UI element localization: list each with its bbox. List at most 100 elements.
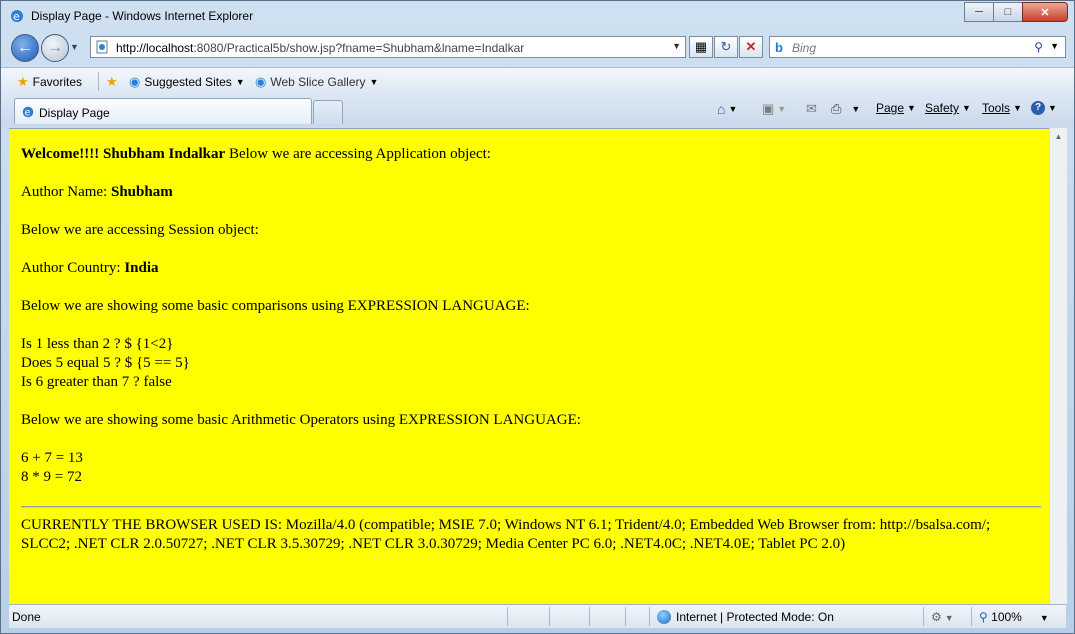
welcome-rest: Below we are accessing Application objec… (225, 146, 491, 162)
tab-display-page[interactable]: e Display Page (14, 98, 312, 124)
globe-icon (657, 610, 671, 624)
forward-button[interactable]: → (41, 34, 69, 62)
security-zone[interactable]: Internet | Protected Mode: On (657, 610, 834, 624)
address-row: ← → ▼ http://localhost:8080/Practical5b/… (1, 32, 1074, 64)
status-text: Done (12, 610, 41, 624)
browser-window: e Display Page - Windows Internet Explor… (0, 0, 1075, 634)
web-slice-gallery-button[interactable]: ◉ Web Slice Gallery ▼ (255, 74, 378, 90)
session-line: Below we are accessing Session object: (21, 222, 259, 238)
zoom-control[interactable]: ⚲ 100% ▼ (979, 610, 1049, 624)
author-name-value: Shubham (110, 184, 173, 200)
divider (625, 607, 626, 626)
security-zone-label: Internet | Protected Mode: On (676, 610, 834, 624)
minimize-button[interactable]: ─ (964, 2, 994, 22)
svg-text:e: e (13, 10, 20, 23)
window-controls: ─ □ ✕ (964, 2, 1068, 22)
read-mail-button[interactable]: ✉ (806, 101, 817, 117)
chevron-down-icon: ▼ (369, 77, 379, 87)
address-bar[interactable]: http://localhost:8080/Practical5b/show.j… (90, 36, 686, 58)
tools-menu-label: Tools (982, 101, 1011, 115)
back-button[interactable]: ← (11, 34, 39, 62)
url-path: :8080/Practical5b/show.jsp?fname=Shubham… (193, 41, 525, 55)
internet-explorer-icon: e (11, 10, 23, 23)
svg-text:e: e (25, 108, 31, 119)
close-button[interactable]: ✕ (1022, 2, 1068, 22)
page-content: Welcome!!!! Shubham Indalkar Below we ar… (21, 145, 1041, 573)
recent-pages-dropdown-icon[interactable]: ▼ (70, 42, 79, 52)
stop-icon[interactable]: ✕ (739, 36, 763, 58)
divider (98, 72, 99, 91)
feeds-button[interactable]: ▣ ▼ (762, 101, 786, 117)
protected-mode-settings-icon[interactable]: ⚙ ▼ (931, 610, 954, 624)
favorites-button[interactable]: ★ Favorites (17, 74, 82, 90)
divider (649, 607, 650, 626)
page-icon (96, 40, 108, 54)
help-button[interactable]: ? ▼ (1031, 101, 1057, 115)
web-slice-gallery-label: Web Slice Gallery (270, 75, 366, 89)
suggested-sites-button[interactable]: ◉ Suggested Sites ▼ (129, 74, 245, 90)
ie-page-icon: ◉ (129, 74, 141, 89)
title-bar: e Display Page - Windows Internet Explor… (1, 1, 1074, 31)
tools-menu[interactable]: Tools ▼ (982, 101, 1022, 115)
page-viewport: Welcome!!!! Shubham Indalkar Below we ar… (9, 128, 1049, 605)
search-placeholder: Bing (792, 41, 817, 55)
chevron-down-icon: ▼ (962, 103, 971, 113)
home-button[interactable]: ⌂ ▼ (717, 101, 737, 117)
zoom-magnifier-icon: ⚲ (979, 610, 988, 624)
chevron-down-icon: ▼ (1039, 613, 1049, 623)
chevron-down-icon: ▼ (235, 77, 245, 87)
comparisons-block: Is 1 less than 2 ? $ {1<2} Does 5 equal … (21, 335, 1041, 392)
chevron-down-icon: ▼ (1013, 103, 1022, 113)
window-title: Display Page - Windows Internet Explorer (31, 9, 254, 23)
bing-logo-icon: b (775, 40, 783, 55)
ie-page-icon: ◉ (255, 74, 267, 89)
tab-row: e Display Page ⌂ ▼ ▣ ▼ ✉ ⎙ ▼ Page ▼ Safety ▼ … (1, 95, 1074, 127)
page-menu[interactable]: Page ▼ (876, 101, 916, 115)
vertical-scrollbar[interactable]: ▲ (1049, 128, 1067, 604)
print-button[interactable]: ⎙ ▼ (831, 101, 860, 117)
favorites-label: Favorites (32, 75, 83, 89)
help-icon: ? (1031, 101, 1045, 115)
new-tab-button[interactable] (313, 100, 343, 124)
divider (923, 607, 924, 626)
author-country-line: Author Country: India (21, 259, 1041, 278)
author-name-label: Author Name: (21, 184, 111, 200)
author-country-value: India (124, 260, 159, 276)
mail-icon: ✉ (806, 101, 817, 116)
author-country-label: Author Country: (21, 260, 125, 276)
divider (507, 607, 508, 626)
welcome-name: Welcome!!!! Shubham Indalkar (21, 146, 226, 162)
chevron-down-icon: ▼ (728, 104, 738, 114)
refresh-icon[interactable]: ↻ (714, 36, 738, 58)
arithmetic-block: 6 + 7 = 13 8 * 9 = 72 (21, 449, 1041, 487)
chevron-down-icon: ▼ (851, 104, 861, 114)
divider (549, 607, 550, 626)
address-dropdown-icon[interactable]: ▼ (672, 41, 681, 51)
add-to-favorites-bar-button[interactable]: ★ (106, 74, 122, 90)
safety-menu[interactable]: Safety ▼ (925, 101, 971, 115)
arithmetic-line: 8 * 9 = 72 (21, 469, 82, 485)
zoom-level: 100% (991, 610, 1022, 624)
address-url: http://localhost:8080/Practical5b/show.j… (116, 41, 524, 55)
add-favorite-icon: ★ (106, 74, 118, 89)
printer-icon: ⎙ (831, 101, 842, 116)
favorites-bar: ★ Favorites ★ ◉ Suggested Sites ▼ ◉ Web … (1, 67, 1074, 96)
arithmetic-line: 6 + 7 = 13 (21, 450, 83, 466)
maximize-button[interactable]: □ (993, 2, 1023, 22)
comparison-line: Is 1 less than 2 ? $ {1<2} (21, 336, 174, 352)
page-menu-label: Page (876, 101, 905, 115)
internet-explorer-icon: e (22, 106, 34, 119)
chevron-down-icon: ▼ (777, 104, 787, 114)
chevron-down-icon: ▼ (907, 103, 916, 113)
search-options-dropdown-icon[interactable]: ▼ (1050, 41, 1059, 51)
chevron-down-icon: ▼ (1048, 103, 1057, 113)
compatibility-view-icon[interactable]: ▦ (689, 36, 713, 58)
search-icon[interactable]: ⚲ (1034, 40, 1043, 54)
rss-feed-icon: ▣ (762, 101, 775, 116)
comparisons-heading: Below we are showing some basic comparis… (21, 298, 530, 314)
search-box[interactable]: b Bing ⚲ ▼ (769, 36, 1066, 58)
favorites-star-icon: ★ (17, 74, 29, 89)
browser-info-line: CURRENTLY THE BROWSER USED IS: Mozilla/4… (21, 517, 991, 552)
scroll-up-arrow-icon[interactable]: ▲ (1050, 128, 1067, 145)
home-icon: ⌂ (717, 101, 726, 117)
